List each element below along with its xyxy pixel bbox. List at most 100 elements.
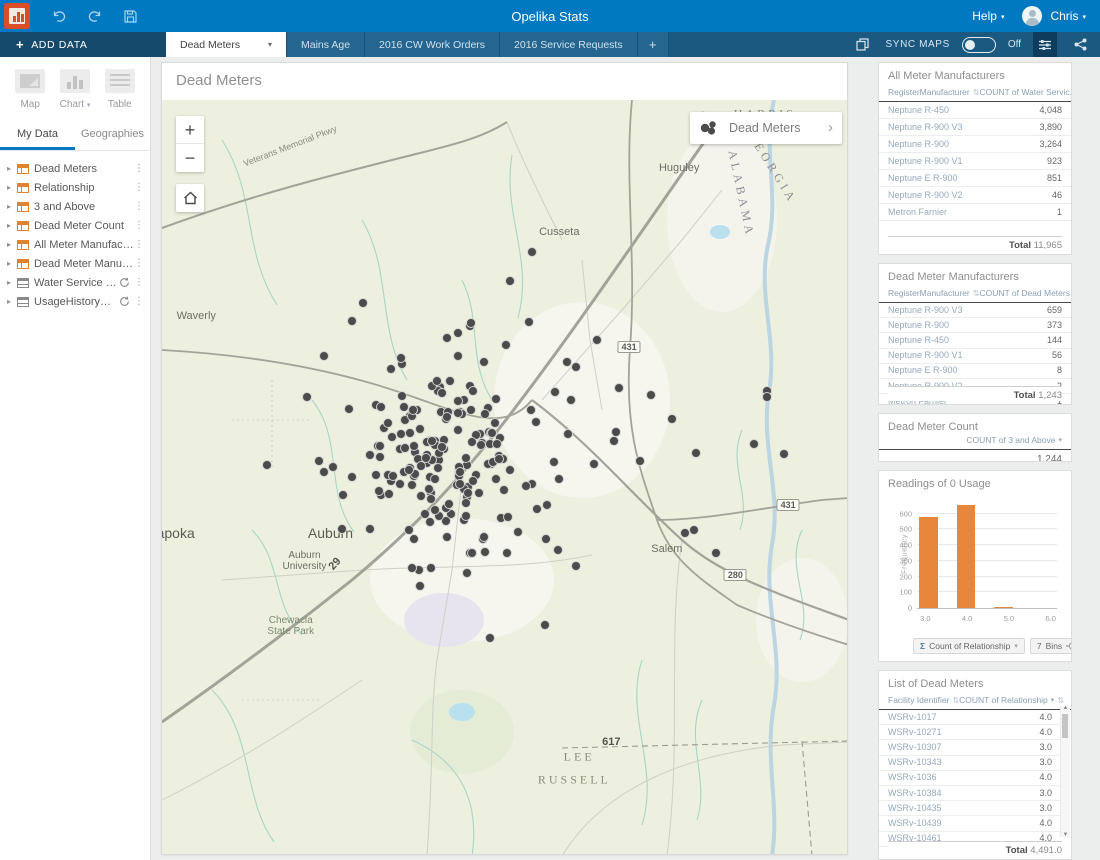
kebab-menu-icon[interactable]: ⋮	[134, 221, 144, 231]
map-point[interactable]	[421, 453, 431, 463]
map-point[interactable]	[492, 439, 502, 449]
map-point[interactable]	[424, 484, 434, 494]
map-point[interactable]	[521, 481, 531, 491]
table-row[interactable]: Neptune R-9003,264	[879, 136, 1071, 153]
map-point[interactable]	[396, 429, 406, 439]
map-point[interactable]	[526, 405, 536, 415]
map-point[interactable]	[328, 462, 338, 472]
map-point[interactable]	[468, 386, 478, 396]
tab-dropdown-caret[interactable]: ▾	[268, 40, 272, 49]
column-header-count[interactable]: COUNT of Dead Meters▾⇅	[979, 288, 1072, 298]
map-point[interactable]	[397, 391, 407, 401]
table-row[interactable]: WSRv-104394.0	[879, 816, 1061, 831]
table-row[interactable]: Neptune R-900373	[879, 318, 1071, 333]
map-point[interactable]	[404, 525, 414, 535]
kebab-menu-icon[interactable]: ⋮	[134, 183, 144, 193]
map-point[interactable]	[646, 390, 656, 400]
map-point[interactable]	[426, 563, 436, 573]
tab-my-data[interactable]: My Data	[0, 120, 75, 150]
table-row[interactable]: Neptune R-4504,048	[879, 102, 1071, 119]
table-row[interactable]: WSRv-102714.0	[879, 725, 1061, 740]
map-point[interactable]	[376, 402, 386, 412]
table-row[interactable]: WSRv-10174.0	[879, 710, 1061, 725]
map-point[interactable]	[445, 376, 455, 386]
map-point[interactable]	[485, 633, 495, 643]
map-point[interactable]	[437, 442, 447, 452]
map-point[interactable]	[461, 511, 471, 521]
column-header-register-manufacturer[interactable]: RegisterManufacturer⇅	[888, 288, 979, 298]
map-point[interactable]	[491, 394, 501, 404]
map-point[interactable]	[437, 388, 447, 398]
map-point[interactable]	[461, 498, 471, 508]
refresh-icon[interactable]	[119, 277, 130, 288]
map-point[interactable]	[374, 486, 384, 496]
map-point[interactable]	[550, 387, 560, 397]
map-point[interactable]	[314, 456, 324, 466]
column-header-count[interactable]: COUNT of 3 and Above▾	[966, 435, 1062, 445]
map-point[interactable]	[503, 512, 513, 522]
sort-icon[interactable]: ⇅	[973, 289, 980, 298]
map-point[interactable]	[505, 465, 515, 475]
zoom-out-button[interactable]: −	[176, 144, 204, 172]
map-point[interactable]	[302, 392, 312, 402]
map-point[interactable]	[375, 441, 385, 451]
map-point[interactable]	[442, 412, 452, 422]
map-point[interactable]	[384, 489, 394, 499]
map-point[interactable]	[396, 353, 406, 363]
map-point[interactable]	[513, 527, 523, 537]
map-point[interactable]	[407, 480, 417, 490]
map-point[interactable]	[453, 396, 463, 406]
dataset-item[interactable]: ▸Dead Meters⋮	[0, 159, 150, 178]
map-point[interactable]	[680, 528, 690, 538]
map-point[interactable]	[563, 429, 573, 439]
map-point[interactable]	[501, 340, 511, 350]
map-point[interactable]	[433, 463, 443, 473]
map-point[interactable]	[319, 351, 329, 361]
workbook-tab[interactable]: Dead Meters▾	[166, 32, 287, 57]
tab-geographies[interactable]: Geographies	[75, 120, 150, 150]
map-point[interactable]	[430, 505, 440, 515]
column-header-register-manufacturer[interactable]: RegisterManufacturer⇅	[888, 87, 979, 97]
map-point[interactable]	[400, 443, 410, 453]
map-point[interactable]	[426, 494, 436, 504]
map-point[interactable]	[407, 563, 417, 573]
map-point[interactable]	[562, 357, 572, 367]
map-point[interactable]	[667, 414, 677, 424]
map-point[interactable]	[455, 479, 465, 489]
map-point[interactable]	[549, 457, 559, 467]
table-row[interactable]: Neptune R-900 V246	[879, 187, 1071, 204]
map-point[interactable]	[432, 376, 442, 386]
map-point[interactable]	[553, 545, 563, 555]
map-point[interactable]	[494, 454, 504, 464]
map-point[interactable]	[532, 504, 542, 514]
new-page-button[interactable]: +	[638, 32, 669, 57]
table-row[interactable]: Neptune E R-9008	[879, 364, 1071, 379]
map-point[interactable]	[395, 479, 405, 489]
map-point[interactable]	[415, 424, 425, 434]
map-point[interactable]	[461, 453, 471, 463]
histogram-bar[interactable]	[957, 505, 976, 608]
map-point[interactable]	[409, 534, 419, 544]
duplicate-page-icon[interactable]	[851, 32, 874, 57]
dataset-item[interactable]: ▸Water Service Connec...⋮	[0, 273, 150, 292]
map-point[interactable]	[467, 548, 477, 558]
map-point[interactable]	[711, 548, 721, 558]
undo-icon[interactable]	[52, 10, 66, 23]
expand-caret-icon[interactable]: ▸	[7, 297, 17, 306]
map-point[interactable]	[358, 298, 368, 308]
map-point[interactable]	[614, 383, 624, 393]
map-point[interactable]	[689, 525, 699, 535]
map-point[interactable]	[444, 499, 454, 509]
table-row[interactable]: Neptune R-900 V33,890	[879, 119, 1071, 136]
map-point[interactable]	[365, 450, 375, 460]
map-point[interactable]	[479, 357, 489, 367]
map-point[interactable]	[371, 470, 381, 480]
card-settings-icon[interactable]	[1033, 32, 1057, 57]
map-point[interactable]	[375, 452, 385, 462]
map-point[interactable]	[779, 449, 789, 459]
chevron-right-icon[interactable]: ›	[828, 122, 833, 134]
map-point[interactable]	[427, 436, 437, 446]
map-point[interactable]	[476, 440, 486, 450]
dataset-item[interactable]: ▸3 and Above⋮	[0, 197, 150, 216]
map-tool-button[interactable]: Map	[15, 69, 45, 110]
